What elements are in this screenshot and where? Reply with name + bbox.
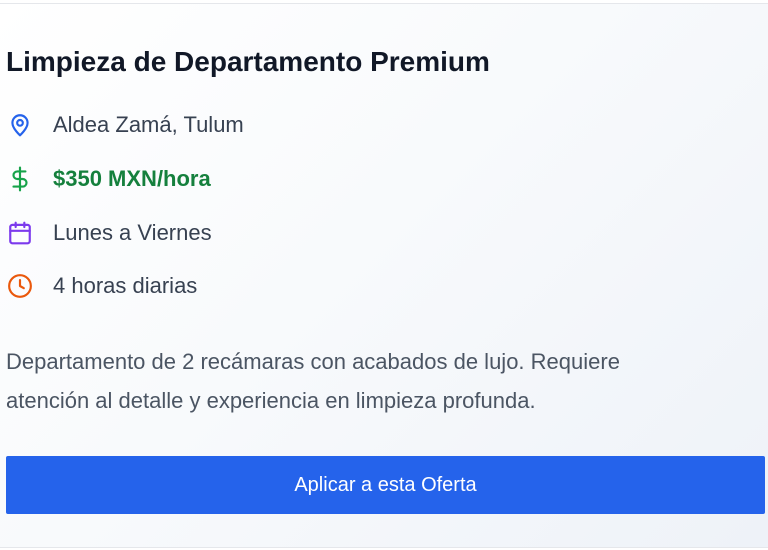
location-row: Aldea Zamá, Tulum xyxy=(6,110,244,140)
schedule-days-text: Lunes a Viernes xyxy=(53,220,212,245)
dollar-sign-icon xyxy=(6,165,34,193)
map-pin-icon xyxy=(6,111,34,139)
location-text: Aldea Zamá, Tulum xyxy=(53,112,244,137)
apply-button[interactable]: Aplicar a esta Oferta xyxy=(6,456,765,514)
job-description: Departamento de 2 recámaras con acabados… xyxy=(6,349,620,413)
schedule-hours-text: 4 horas diarias xyxy=(53,273,198,298)
clock-icon xyxy=(6,272,34,300)
schedule-hours-row: 4 horas diarias xyxy=(6,271,197,301)
calendar-icon xyxy=(6,219,34,247)
price-row: $350 MXN/hora xyxy=(6,164,211,194)
job-title: Limpieza de Departamento Premium xyxy=(6,46,490,77)
price-text: $350 MXN/hora xyxy=(53,166,211,191)
schedule-days-row: Lunes a Viernes xyxy=(6,218,212,248)
job-offer-card: Limpieza de Departamento Premium Aldea Z… xyxy=(0,3,768,548)
